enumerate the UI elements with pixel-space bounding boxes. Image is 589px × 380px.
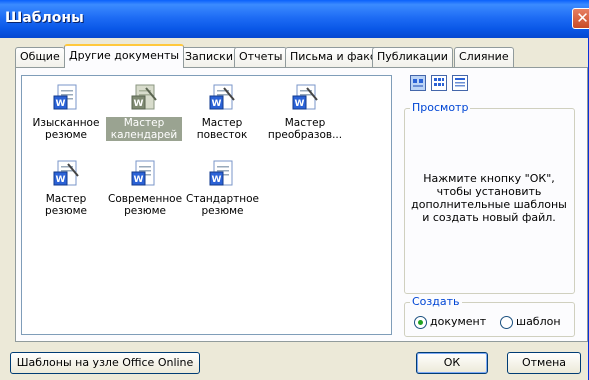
word-wizard-icon: W	[208, 84, 236, 114]
word-document-icon: W	[208, 160, 236, 190]
close-icon: ✕	[576, 9, 589, 27]
svg-text:W: W	[134, 175, 144, 185]
template-item[interactable]: W Изысканное резюме	[28, 84, 104, 141]
word-document-icon: W	[52, 84, 80, 114]
template-item[interactable]: W Современное резюме	[106, 160, 182, 217]
word-wizard-icon: W	[130, 84, 158, 114]
radio-template-label[interactable]: шаблон	[516, 315, 561, 328]
tab-mail-merge[interactable]: Слияние	[454, 47, 514, 67]
large-icons-view-icon	[413, 79, 423, 87]
word-wizard-icon: W	[291, 84, 319, 114]
ok-button[interactable]: ОК	[416, 352, 488, 374]
word-wizard-icon: W	[52, 160, 80, 190]
large-icons-view-button[interactable]	[410, 75, 426, 91]
radio-template[interactable]	[500, 316, 513, 329]
templates-dialog: Шаблоны ✕ Общие Другие документы Записки…	[0, 0, 589, 380]
details-view-icon	[455, 78, 465, 87]
template-item[interactable]: W Мастер преобразов...	[262, 84, 348, 141]
tab-reports[interactable]: Отчеты	[234, 47, 288, 67]
title-bar[interactable]: Шаблоны ✕	[0, 0, 589, 38]
template-item[interactable]: W Мастер повесток	[184, 84, 260, 141]
radio-document-label[interactable]: документ	[430, 315, 486, 328]
window-title: Шаблоны	[5, 10, 84, 26]
details-view-button[interactable]	[452, 75, 468, 91]
close-button[interactable]: ✕	[572, 8, 589, 29]
svg-text:W: W	[56, 175, 66, 185]
cancel-button[interactable]: Отмена	[507, 352, 581, 374]
svg-text:W: W	[212, 175, 222, 185]
svg-text:W: W	[295, 99, 305, 109]
template-item[interactable]: W Мастер календарей	[106, 84, 182, 141]
template-label: Мастер резюме	[45, 193, 87, 217]
svg-text:W: W	[56, 99, 66, 109]
template-label: Мастер преобразов...	[267, 117, 343, 141]
template-item[interactable]: W Стандартное резюме	[184, 160, 260, 217]
tab-other-documents[interactable]: Другие документы	[64, 44, 185, 68]
tab-publications[interactable]: Публикации	[372, 47, 453, 67]
svg-text:W: W	[212, 99, 222, 109]
svg-text:W: W	[134, 99, 144, 109]
list-view-icon	[434, 78, 444, 86]
template-label: Изысканное резюме	[32, 117, 100, 141]
word-document-icon: W	[130, 160, 158, 190]
template-list[interactable]: W Изысканное резюме W Мастер календарей …	[21, 75, 392, 335]
template-label: Стандартное резюме	[186, 193, 259, 217]
create-label: Создать	[410, 295, 462, 308]
template-label: Мастер повесток	[196, 117, 248, 141]
tab-general[interactable]: Общие	[15, 47, 65, 67]
preview-message: Нажмите кнопку "ОК", чтобы установить до…	[411, 172, 567, 224]
preview-label: Просмотр	[410, 101, 471, 114]
template-label: Мастер календарей	[106, 117, 182, 141]
list-view-button[interactable]	[431, 75, 447, 91]
template-item[interactable]: W Мастер резюме	[28, 160, 104, 217]
office-online-templates-button[interactable]: Шаблоны на узле Office Online	[10, 352, 200, 374]
template-label: Современное резюме	[108, 193, 183, 217]
radio-document[interactable]	[414, 316, 427, 329]
tab-memos[interactable]: Записки	[180, 47, 238, 67]
